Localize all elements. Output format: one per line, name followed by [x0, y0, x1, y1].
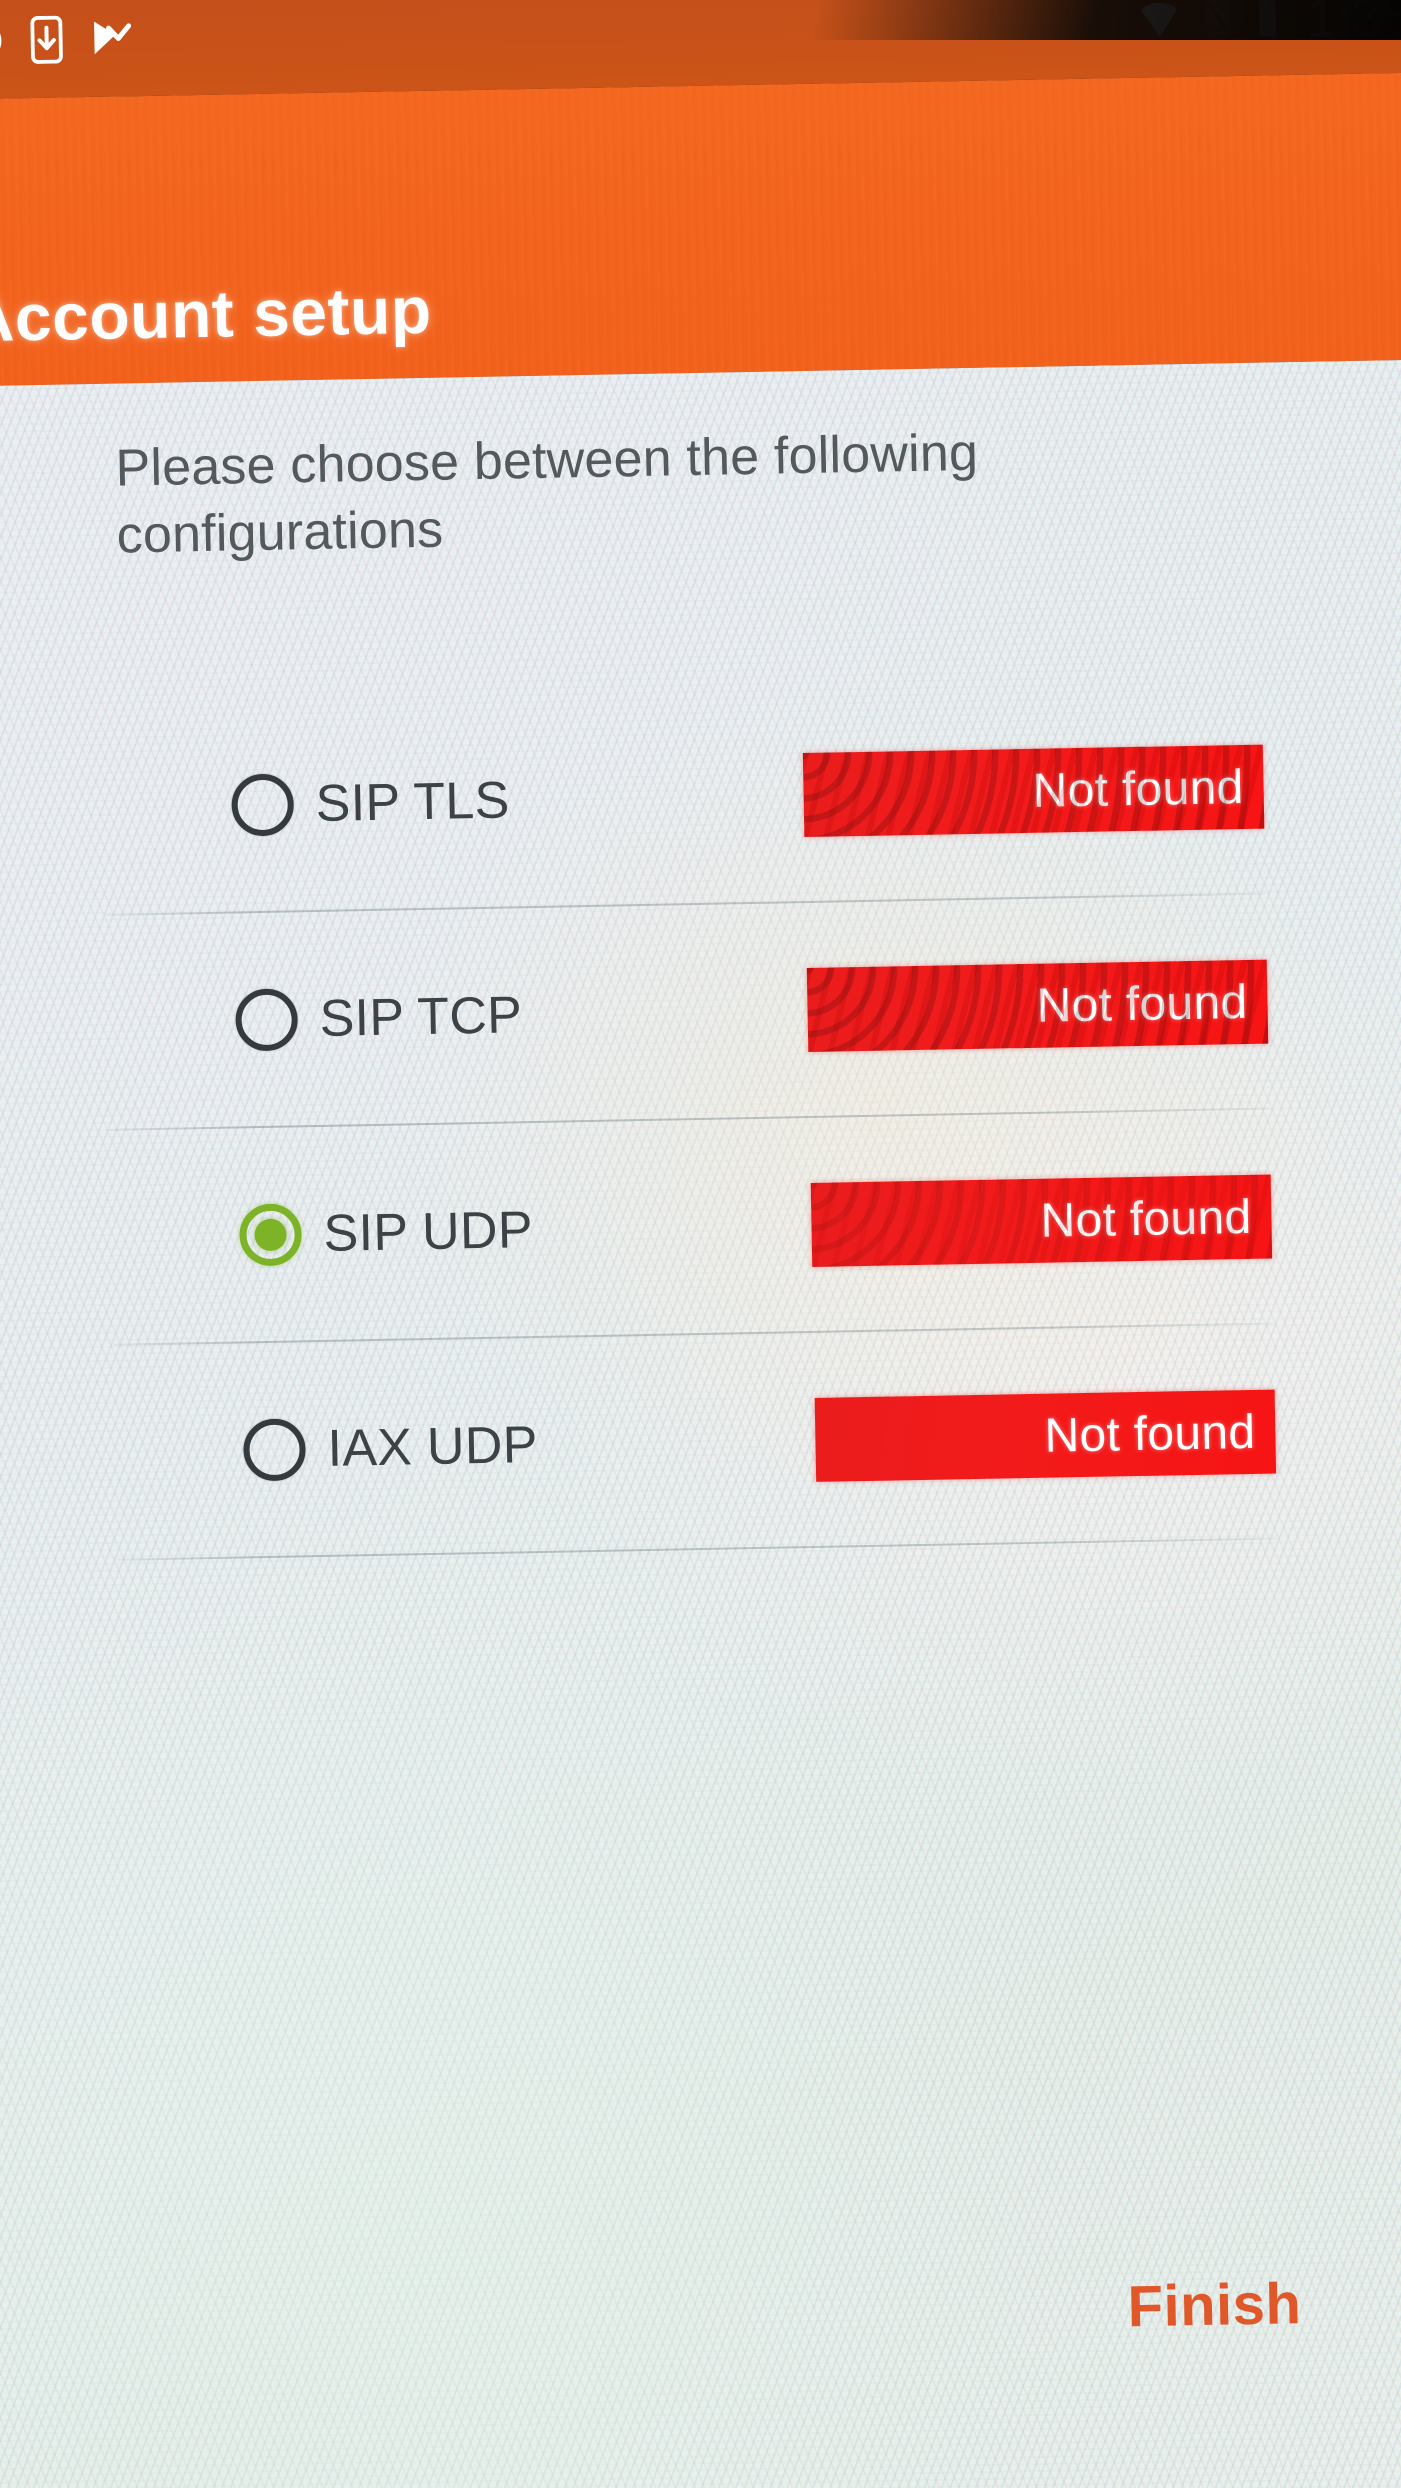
option-label-sip-tcp: SIP TCP — [319, 986, 523, 1048]
device-screen: 1:38 Account setup Please choose between… — [0, 0, 1401, 2488]
status-badge-sip-tcp: Not found — [806, 959, 1269, 1052]
double-chevron-down-icon — [89, 15, 134, 67]
radio-button-sip-tcp[interactable] — [235, 988, 299, 1052]
row-divider — [117, 1537, 1278, 1561]
row-divider — [109, 1107, 1270, 1131]
status-bar-right-icons: 1:38 — [1136, 0, 1401, 49]
radio-button-sip-udp[interactable] — [239, 1203, 303, 1267]
cancel-circle-icon — [0, 17, 4, 69]
status-badge-sip-udp: Not found — [810, 1174, 1273, 1267]
option-row-sip-tcp[interactable]: SIP TCP Not found — [0, 920, 1401, 1162]
row-divider — [113, 1322, 1274, 1346]
cellular-signal-off-icon — [1202, 0, 1235, 46]
status-badge-sip-tls: Not found — [802, 744, 1265, 838]
option-row-sip-tls[interactable]: SIP TLS Not found — [0, 705, 1401, 947]
option-label-sip-tls: SIP TLS — [315, 771, 511, 833]
phone-download-icon — [29, 15, 64, 69]
radio-button-sip-tls[interactable] — [231, 773, 295, 837]
status-badge-text: Not found — [1032, 760, 1245, 818]
option-label-iax-udp: IAX UDP — [326, 1416, 539, 1478]
wifi-icon — [1136, 0, 1183, 47]
app-bar: Account setup — [0, 72, 1401, 387]
status-badge-text: Not found — [1036, 975, 1248, 1033]
content-area: Please choose between the following conf… — [0, 359, 1401, 2488]
phone-screen-photo: 1:38 Account setup Please choose between… — [0, 0, 1401, 2488]
configuration-options-list: SIP TLS Not found SIP TCP Not found SIP … — [0, 705, 1401, 1592]
status-badge-text: Not found — [1044, 1405, 1256, 1463]
page-title: Account setup — [0, 272, 433, 356]
option-row-iax-udp[interactable]: IAX UDP Not found — [0, 1349, 1401, 1591]
radio-button-iax-udp[interactable] — [242, 1418, 307, 1482]
option-row-sip-udp[interactable]: SIP UDP Not found — [0, 1134, 1401, 1376]
option-label-sip-udp: SIP UDP — [323, 1201, 534, 1263]
status-bar-left-icons — [0, 14, 134, 70]
status-badge-iax-udp: Not found — [814, 1389, 1277, 1482]
instruction-text: Please choose between the following conf… — [114, 423, 979, 565]
battery-icon — [1254, 0, 1281, 45]
finish-button[interactable]: Finish — [1117, 2262, 1312, 2349]
status-bar-clock: 1:38 — [1305, 0, 1401, 49]
status-badge-text: Not found — [1040, 1190, 1252, 1248]
row-divider — [105, 892, 1266, 916]
